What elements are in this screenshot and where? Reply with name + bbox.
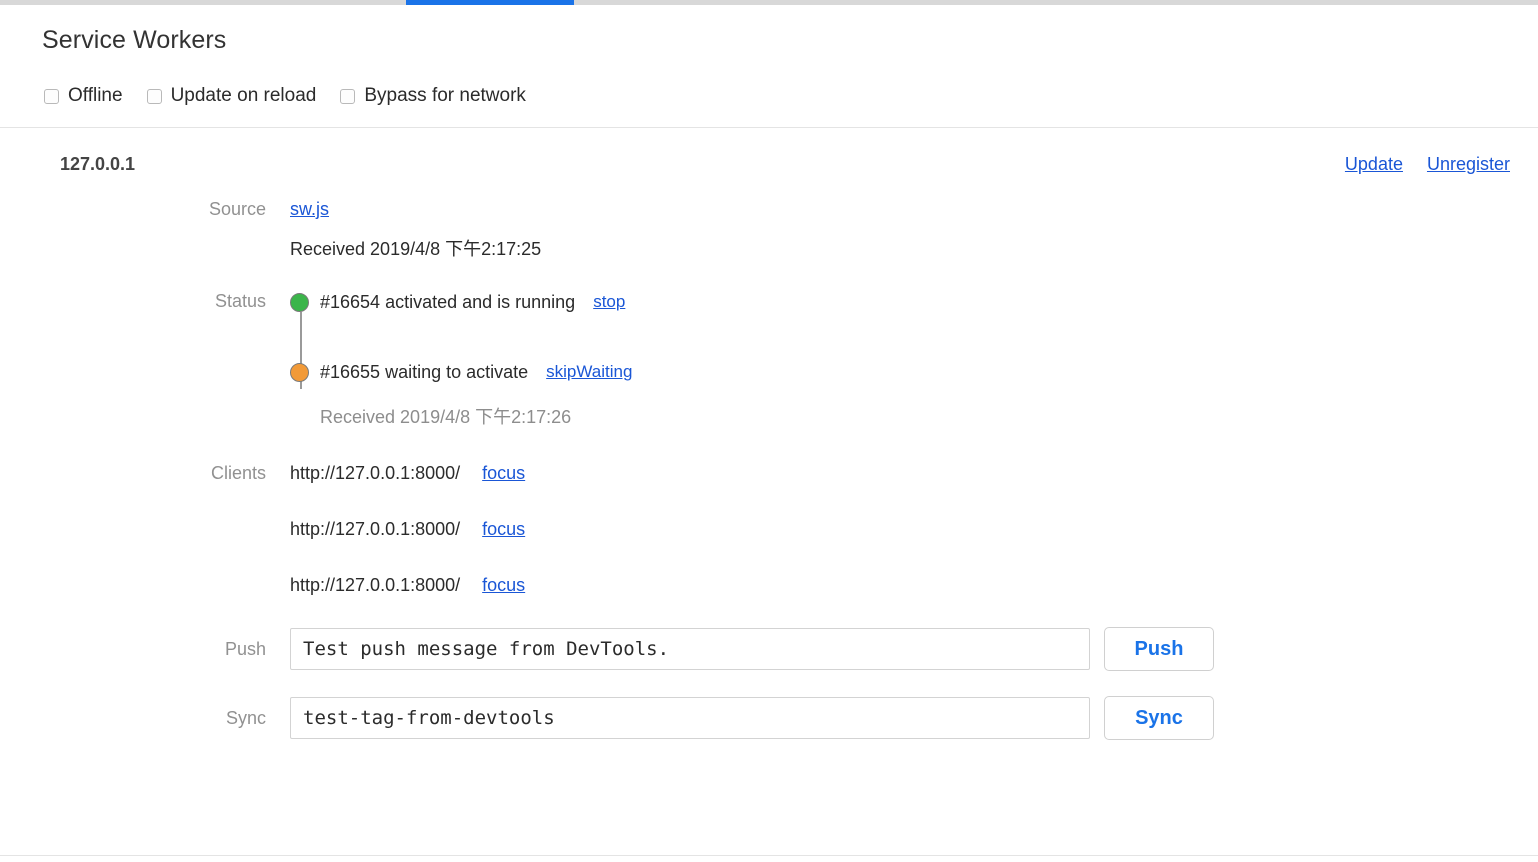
clients-block: Clients http://127.0.0.1:8000/ focus htt…: [0, 459, 1538, 599]
sync-label: Sync: [225, 707, 266, 728]
page-title: Service Workers: [42, 26, 227, 54]
status-dot-waiting: [290, 362, 309, 382]
sync-button[interactable]: Sync: [1104, 696, 1214, 740]
unregister-link[interactable]: Unregister: [1427, 154, 1510, 175]
source-file-link[interactable]: sw.js: [290, 198, 329, 220]
service-worker-registration: 127.0.0.1 Update Unregister Source sw.js…: [0, 128, 1538, 765]
focus-link[interactable]: focus: [482, 575, 525, 596]
client-row: Clients http://127.0.0.1:8000/ focus: [0, 459, 1538, 487]
checkbox-bypass-for-network-label: Bypass for network: [364, 85, 526, 106]
registration-actions: Update Unregister: [1345, 154, 1510, 175]
checkbox-update-on-reload-label: Update on reload: [170, 85, 317, 106]
source-label: Source: [208, 199, 266, 219]
status-row-waiting: #16655 waiting to activate skipWaiting: [0, 358, 1538, 386]
status-text-waiting: #16655 waiting to activate skipWaiting: [0, 362, 632, 383]
push-message-input[interactable]: [290, 628, 1090, 670]
bottom-divider: [0, 855, 1538, 856]
client-url: http://127.0.0.1:8000/: [290, 574, 461, 595]
client-url: http://127.0.0.1:8000/: [290, 518, 461, 539]
checkbox-update-on-reload-box[interactable]: [146, 88, 162, 104]
status-version-active: #16654 activated and is running: [320, 291, 576, 312]
status-dot-active: [290, 292, 309, 312]
service-worker-options-toolbar: Offline Update on reload Bypass for netw…: [44, 85, 550, 107]
push-row: Push Push: [0, 627, 1538, 671]
sync-row: Sync Sync: [0, 696, 1538, 740]
focus-link[interactable]: focus: [482, 463, 525, 484]
registration-scope: 127.0.0.1: [60, 154, 136, 174]
status-row-active: Status #16654 activated and is running s…: [0, 288, 1538, 316]
checkbox-bypass-for-network-box[interactable]: [340, 88, 356, 104]
sync-tag-input[interactable]: [290, 697, 1090, 739]
stop-link[interactable]: stop: [593, 292, 625, 312]
focus-link[interactable]: focus: [482, 519, 525, 540]
status-label: Status: [214, 291, 266, 311]
service-workers-panel-header: Service Workers Offline Update on reload…: [0, 5, 1538, 128]
client-url: http://127.0.0.1:8000/: [290, 462, 461, 483]
source-row: Source sw.js: [0, 198, 1538, 226]
update-link[interactable]: Update: [1345, 154, 1403, 175]
source-received-text: Received 2019/4/8 下午2:17:25: [290, 239, 542, 259]
push-label: Push: [224, 638, 266, 659]
clients-label: Clients: [210, 463, 266, 483]
checkbox-offline[interactable]: Offline: [44, 85, 123, 107]
push-button[interactable]: Push: [1104, 627, 1214, 671]
checkbox-offline-box[interactable]: [44, 88, 59, 104]
registration-header: 127.0.0.1 Update Unregister: [0, 128, 1538, 184]
source-value: sw.js: [266, 198, 329, 220]
client-row: http://127.0.0.1:8000/ focus: [0, 515, 1538, 543]
registration-rows: Source sw.js Received 2019/4/8 下午2:17:25…: [0, 184, 1538, 740]
skip-waiting-link[interactable]: skipWaiting: [546, 362, 632, 382]
status-received-text: Received 2019/4/8 下午2:17:26: [320, 407, 572, 427]
status-block: Status #16654 activated and is running s…: [0, 288, 1538, 429]
checkbox-offline-label: Offline: [68, 85, 123, 106]
checkbox-update-on-reload[interactable]: Update on reload: [146, 85, 317, 107]
push-sync-block: Push Push Sync Sync: [0, 627, 1538, 740]
client-row: http://127.0.0.1:8000/ focus: [0, 571, 1538, 599]
checkbox-bypass-for-network[interactable]: Bypass for network: [340, 85, 526, 107]
status-version-waiting: #16655 waiting to activate: [320, 361, 529, 382]
